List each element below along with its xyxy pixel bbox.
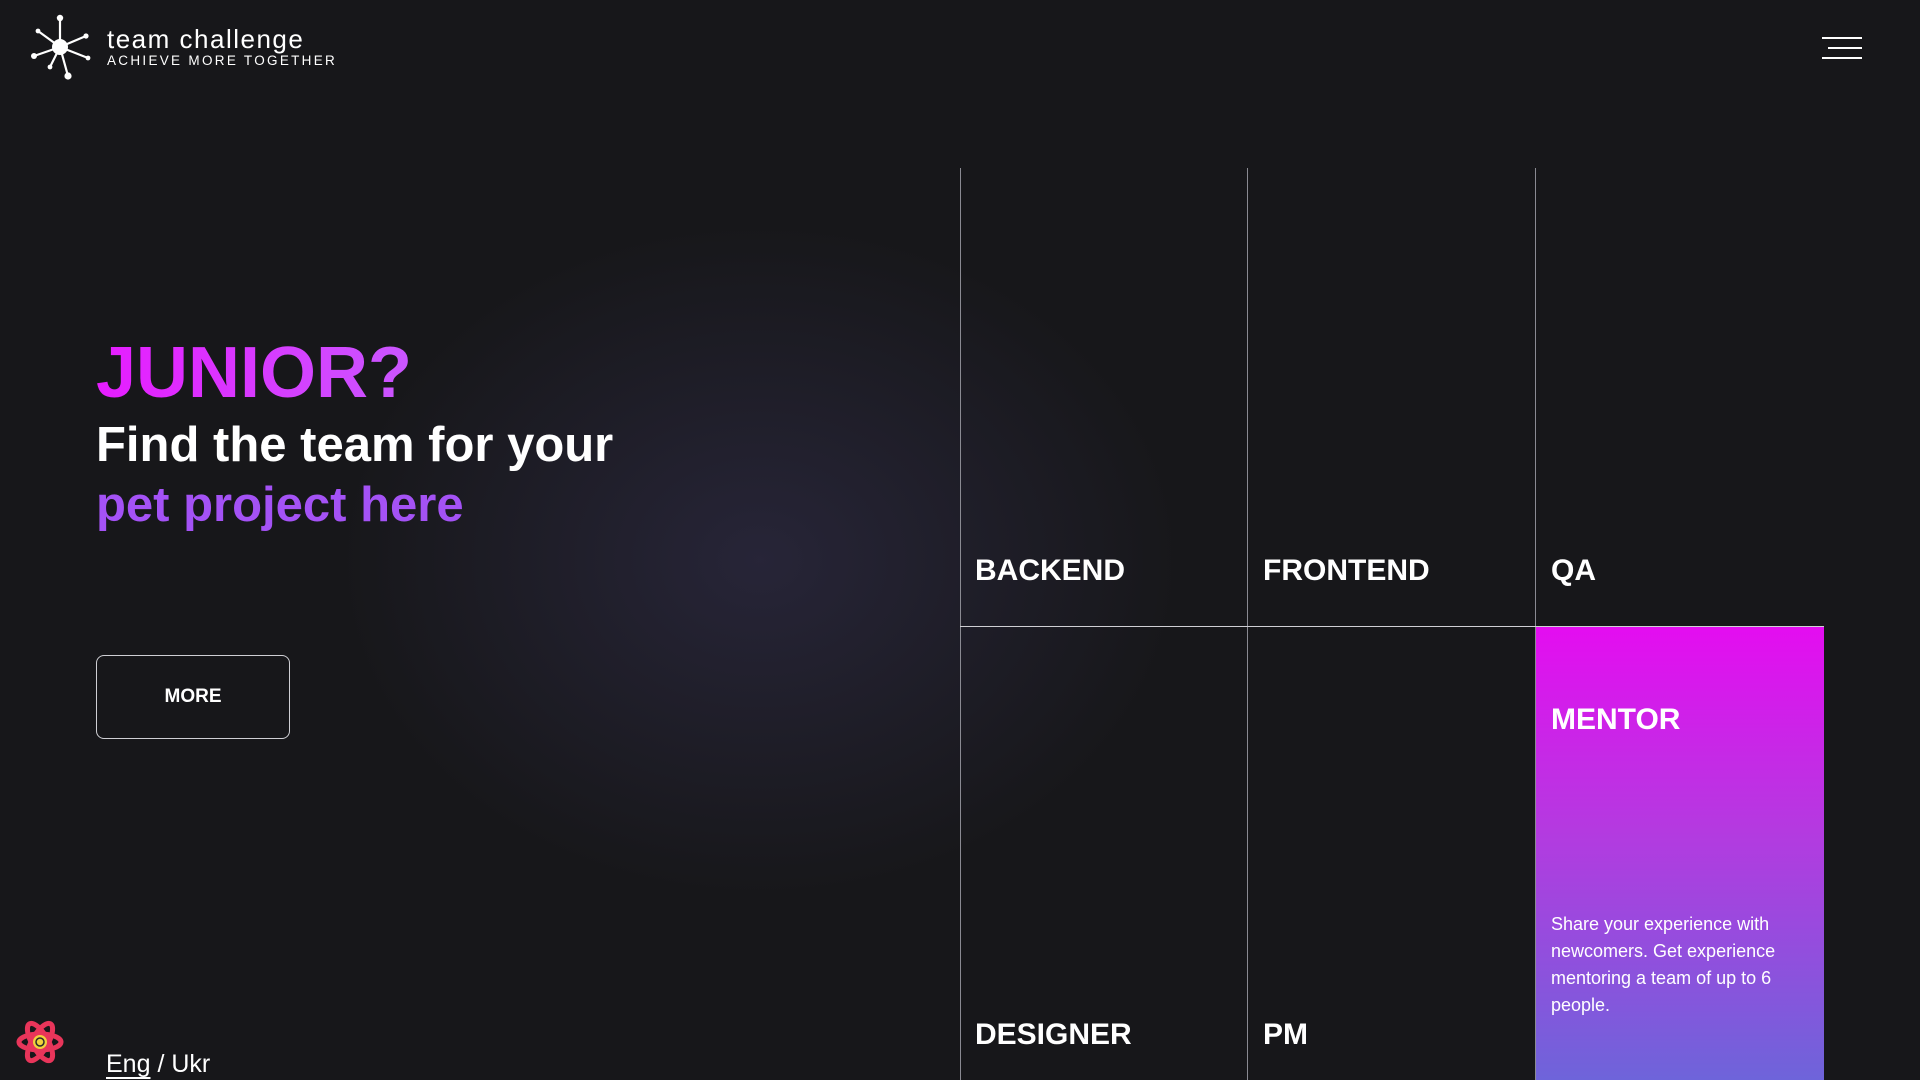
hero-subtitle-line1: Find the team for your	[96, 418, 614, 472]
role-frontend[interactable]: FRONTEND	[1263, 554, 1430, 588]
mentor-title: MENTOR	[1551, 703, 1681, 736]
grid-line-2	[1247, 168, 1248, 1080]
network-nodes-icon	[31, 14, 91, 80]
lang-separator: /	[157, 1050, 165, 1078]
role-backend[interactable]: BACKEND	[975, 554, 1125, 588]
logo-text: team challenge ACHIEVE MORE TOGETHER	[107, 25, 337, 69]
hamburger-menu-icon[interactable]	[1822, 36, 1862, 60]
menu-bar-middle	[1828, 47, 1862, 49]
logo-title: team challenge	[107, 24, 305, 54]
hero-title: JUNIOR?	[96, 330, 613, 416]
logo-tagline: ACHIEVE MORE TOGETHER	[107, 53, 338, 68]
role-designer[interactable]: DESIGNER	[975, 1018, 1132, 1052]
logo[interactable]: team challenge ACHIEVE MORE TOGETHER	[28, 14, 337, 80]
grid-line-1	[960, 168, 961, 1080]
react-atom-icon[interactable]	[16, 1018, 64, 1066]
menu-bar-top	[1822, 37, 1862, 39]
hero-subtitle-line2: pet project here	[96, 478, 464, 532]
lang-ukr-link[interactable]: Ukr	[171, 1050, 210, 1078]
more-button[interactable]: MORE	[96, 655, 290, 739]
role-qa[interactable]: QA	[1551, 554, 1596, 588]
language-switcher: Eng / Ukr	[106, 1050, 210, 1079]
menu-bar-bottom	[1822, 57, 1862, 59]
site-header: team challenge ACHIEVE MORE TOGETHER	[0, 0, 1920, 96]
lang-eng-link[interactable]: Eng	[106, 1050, 150, 1078]
mentor-description: Share your experience with newcomers. Ge…	[1551, 914, 1776, 1015]
role-mentor-card[interactable]: MENTOR Share your experience with newcom…	[1536, 627, 1824, 1080]
role-pm[interactable]: PM	[1263, 1018, 1308, 1052]
hero: JUNIOR? Find the team for your pet proje…	[96, 330, 613, 536]
